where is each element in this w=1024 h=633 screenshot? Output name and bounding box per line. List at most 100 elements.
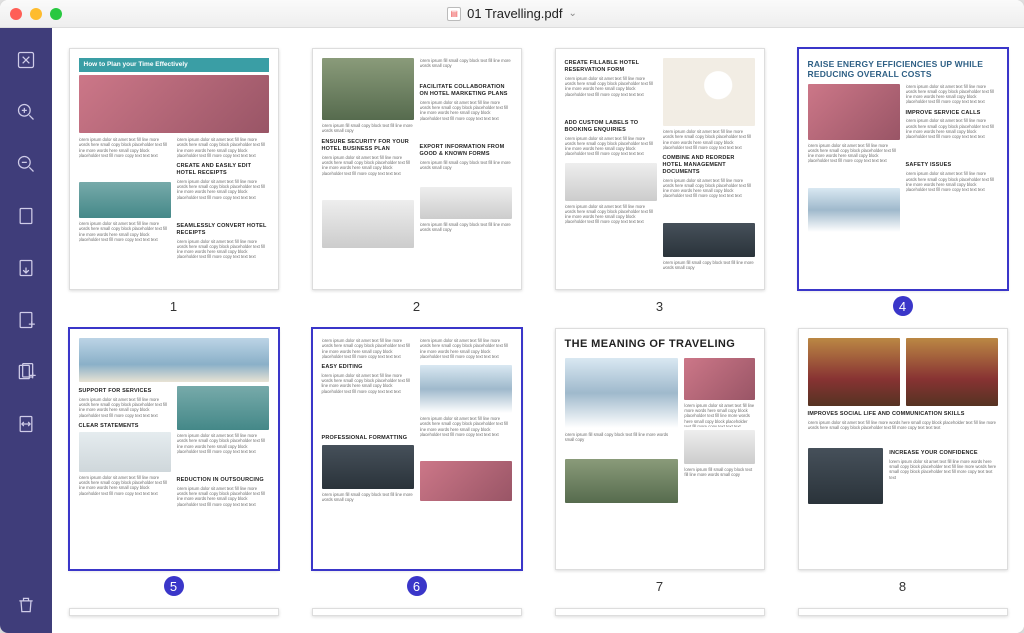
page-number: 6 xyxy=(407,576,427,596)
page-cell: CREATE FILLABLE HOTEL RESERVATION FORM A… xyxy=(548,48,771,316)
subhead: IMPROVE SERVICE CALLS xyxy=(906,110,998,117)
photo xyxy=(79,75,269,133)
photo xyxy=(808,338,900,406)
page-thumbnail-4[interactable]: Raise Energy Efficiencies Up While Reduc… xyxy=(798,48,1008,290)
page-thumbnail-11[interactable] xyxy=(555,608,765,616)
page-number: 3 xyxy=(650,296,670,316)
subhead: EASY EDITING xyxy=(322,364,414,371)
app-window: ▤ 01 Travelling.pdf ⌄ xyxy=(0,0,1024,633)
page-cell xyxy=(548,608,771,616)
page-thumbnail-7[interactable]: THE MEANING OF TRAVELING xyxy=(555,328,765,570)
photo xyxy=(79,338,269,382)
chevron-down-icon: ⌄ xyxy=(569,8,577,19)
subhead: SAFETY ISSUES xyxy=(906,162,998,169)
subhead: ENSURE SECURITY FOR YOUR HOTEL BUSINESS … xyxy=(322,139,414,153)
photo xyxy=(322,445,414,489)
page-thumbnail-9[interactable] xyxy=(69,608,279,616)
photo xyxy=(420,187,512,219)
photo xyxy=(663,223,755,257)
page-number: 7 xyxy=(650,576,670,596)
subhead: REDUCTION IN OUTSOURCING xyxy=(177,477,269,484)
subhead: CREATE AND EASILY EDIT HOTEL RECEIPTS xyxy=(177,163,269,177)
document-title[interactable]: ▤ 01 Travelling.pdf ⌄ xyxy=(0,6,1024,21)
subhead: ADD CUSTOM LABELS TO BOOKING ENQUIRIES xyxy=(565,120,657,134)
swap-icon xyxy=(16,414,36,434)
subhead: IMPROVES SOCIAL LIFE AND COMMUNICATION S… xyxy=(808,411,998,418)
subhead: PROFESSIONAL FORMATTING xyxy=(322,435,414,442)
photo xyxy=(177,386,269,430)
page-plus-icon xyxy=(16,310,36,330)
photo xyxy=(684,430,754,464)
page7-title: THE MEANING OF TRAVELING xyxy=(565,338,755,352)
page-thumbnail-1[interactable]: How to Plan your Time Effectively CREATE… xyxy=(69,48,279,290)
titlebar: ▤ 01 Travelling.pdf ⌄ xyxy=(0,0,1024,28)
page-thumbnail-3[interactable]: CREATE FILLABLE HOTEL RESERVATION FORM A… xyxy=(555,48,765,290)
pdf-file-icon: ▤ xyxy=(447,7,461,21)
tools-sidebar xyxy=(0,28,52,633)
extract-page-button[interactable] xyxy=(14,256,38,280)
photo xyxy=(420,365,512,413)
page-thumbnail-10[interactable] xyxy=(312,608,522,616)
x-icon xyxy=(16,50,36,70)
photo xyxy=(808,448,884,504)
page-cell: ENSURE SECURITY FOR YOUR HOTEL BUSINESS … xyxy=(305,48,528,316)
page-cell: EASY EDITING PROFESSIONAL FORMATTING xyxy=(305,328,528,596)
photo xyxy=(565,358,679,428)
page-thumbnail-2[interactable]: ENSURE SECURITY FOR YOUR HOTEL BUSINESS … xyxy=(312,48,522,290)
page-icon xyxy=(16,206,36,226)
photo xyxy=(322,200,414,248)
subhead: CLEAR STATEMENTS xyxy=(79,423,171,430)
subhead: SUPPORT FOR SERVICES xyxy=(79,388,171,395)
close-panel-button[interactable] xyxy=(14,48,38,72)
thumbnail-grid-area[interactable]: How to Plan your Time Effectively CREATE… xyxy=(52,28,1024,633)
replace-page-button[interactable] xyxy=(14,412,38,436)
subhead: INCREASE YOUR CONFIDENCE xyxy=(889,450,997,457)
subhead: EXPORT INFORMATION FROM GOOD & KNOWN FOR… xyxy=(420,144,512,158)
page-number: 8 xyxy=(893,576,913,596)
page-cell: SUPPORT FOR SERVICES CLEAR STATEMENTS RE… xyxy=(62,328,285,596)
page4-title: Raise Energy Efficiencies Up While Reduc… xyxy=(808,60,998,80)
page1-headline: How to Plan your Time Effectively xyxy=(79,58,269,72)
file-plus-icon xyxy=(16,362,36,382)
page-number: 2 xyxy=(407,296,427,316)
page-thumbnail-8[interactable]: IMPROVES SOCIAL LIFE AND COMMUNICATION S… xyxy=(798,328,1008,570)
zoom-in-button[interactable] xyxy=(14,100,38,124)
page-number: 5 xyxy=(164,576,184,596)
insert-page-button[interactable] xyxy=(14,308,38,332)
page-thumbnail-6[interactable]: EASY EDITING PROFESSIONAL FORMATTING xyxy=(312,328,522,570)
subhead: CREATE FILLABLE HOTEL RESERVATION FORM xyxy=(565,60,657,74)
photo xyxy=(684,358,754,400)
page-thumbnail-12[interactable] xyxy=(798,608,1008,616)
photo xyxy=(79,432,171,472)
zoom-out-icon xyxy=(16,154,36,174)
page-cell: How to Plan your Time Effectively CREATE… xyxy=(62,48,285,316)
photo xyxy=(906,338,998,406)
blank-page-button[interactable] xyxy=(14,204,38,228)
page-cell xyxy=(62,608,285,616)
photo xyxy=(565,459,679,503)
page-number: 4 xyxy=(893,296,913,316)
page-cell: Raise Energy Efficiencies Up While Reduc… xyxy=(791,48,1014,316)
page-thumbnail-5[interactable]: SUPPORT FOR SERVICES CLEAR STATEMENTS RE… xyxy=(69,328,279,570)
photo xyxy=(808,84,900,140)
zoom-in-icon xyxy=(16,102,36,122)
page-cell xyxy=(305,608,528,616)
page-cell: IMPROVES SOCIAL LIFE AND COMMUNICATION S… xyxy=(791,328,1014,596)
subhead: FACILITATE COLLABORATION ON HOTEL MARKET… xyxy=(420,84,512,98)
extract-icon xyxy=(16,258,36,278)
subhead: COMBINE AND REORDER HOTEL MANAGEMENT DOC… xyxy=(663,155,755,176)
page-cell: THE MEANING OF TRAVELING xyxy=(548,328,771,596)
photo xyxy=(565,163,657,201)
page-number: 1 xyxy=(164,296,184,316)
photo xyxy=(420,461,512,501)
delete-page-button[interactable] xyxy=(14,593,38,617)
photo xyxy=(79,182,171,218)
trash-icon xyxy=(16,595,36,615)
photo xyxy=(322,58,414,120)
zoom-out-button[interactable] xyxy=(14,152,38,176)
subhead: SEAMLESSLY CONVERT HOTEL RECEIPTS xyxy=(177,223,269,237)
insert-file-button[interactable] xyxy=(14,360,38,384)
page-cell xyxy=(791,608,1014,616)
filename-label: 01 Travelling.pdf xyxy=(467,6,562,21)
photo xyxy=(663,58,755,126)
